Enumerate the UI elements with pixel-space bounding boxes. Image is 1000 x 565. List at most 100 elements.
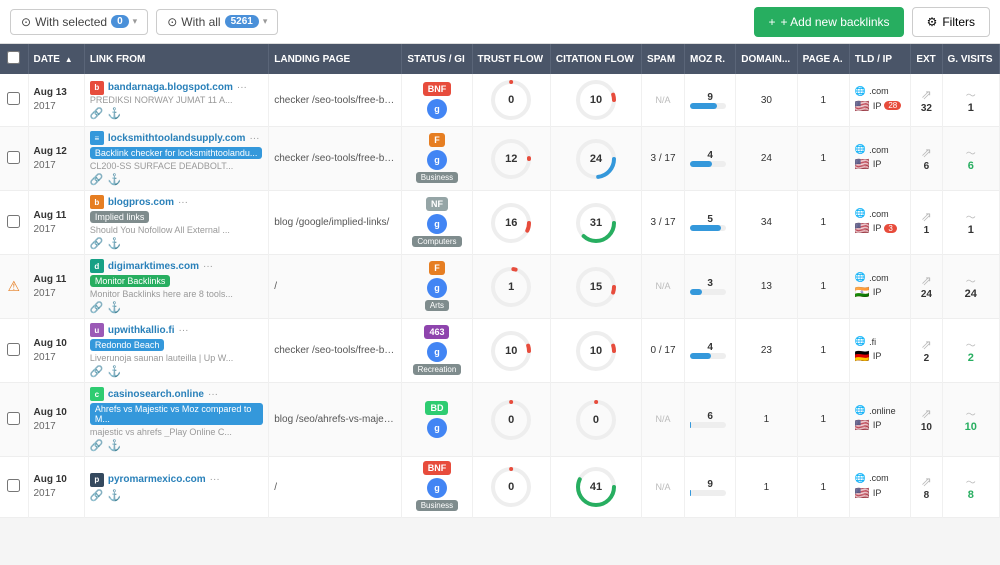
checkbox-cell[interactable]: [0, 74, 28, 127]
col-page-a[interactable]: PAGE A.: [797, 44, 849, 74]
domain-authority-value: 1: [764, 414, 770, 425]
link-from-cell: b blogpros.com ··· Implied links Should …: [84, 191, 268, 255]
country-flag: 🇮🇳: [855, 285, 870, 299]
sparkline-icon: 〜: [966, 478, 976, 489]
checkbox-cell[interactable]: [0, 457, 28, 518]
col-tld-ip[interactable]: TLD / IP: [849, 44, 910, 74]
domain-dots: ···: [249, 133, 259, 144]
domain-name[interactable]: digimarktimes.com: [108, 261, 199, 272]
country-flag: 🇺🇸: [855, 418, 870, 432]
link-icon[interactable]: 🔗: [90, 365, 104, 378]
date-cell: Aug 10 2017: [28, 383, 84, 457]
link-icon[interactable]: 🔗: [90, 173, 104, 186]
link-from-cell: b bandarnaga.blogspot.com ··· PREDIKSI N…: [84, 74, 268, 127]
country-flag: 🇩🇪: [855, 349, 870, 363]
trust-flow-value: 10: [505, 345, 517, 357]
filters-button[interactable]: ⚙ Filters: [912, 7, 990, 37]
col-trust-flow[interactable]: TRUST FLOW: [472, 44, 550, 74]
row-checkbox[interactable]: [7, 412, 20, 425]
domain-authority-value: 30: [761, 95, 772, 106]
moz-cell: 3: [685, 255, 736, 319]
row-checkbox[interactable]: [7, 92, 20, 105]
col-citation-flow[interactable]: CITATION FLOW: [550, 44, 641, 74]
ip-count: 3: [884, 224, 896, 233]
status-badge: F: [429, 261, 445, 275]
link-icon[interactable]: 🔗: [90, 107, 104, 120]
g-visits-value: 8: [968, 489, 974, 501]
with-all-button[interactable]: ⊙ With all 5261 ▾: [156, 9, 278, 35]
domain-name[interactable]: casinosearch.online: [108, 389, 204, 400]
table-row: Aug 13 2017 b bandarnaga.blogspot.com ··…: [0, 74, 1000, 127]
ext-value: 2: [924, 353, 930, 364]
tld-value: .fi: [869, 337, 876, 347]
row-checkbox[interactable]: [7, 343, 20, 356]
anchor-icon[interactable]: ⚓: [108, 365, 122, 378]
add-new-backlinks-button[interactable]: + + Add new backlinks: [754, 7, 903, 37]
col-domain[interactable]: DOMAIN...: [736, 44, 797, 74]
domain-name[interactable]: bandarnaga.blogspot.com: [108, 82, 233, 93]
globe-icon: 🌐: [855, 473, 866, 484]
ext-value: 6: [924, 161, 930, 172]
globe-icon: 🌐: [855, 86, 866, 97]
anchor-icon[interactable]: ⚓: [108, 173, 122, 186]
link-icon[interactable]: 🔗: [90, 439, 104, 452]
link-icon[interactable]: 🔗: [90, 301, 104, 314]
col-moz-r[interactable]: MOZ R.: [685, 44, 736, 74]
trust-flow-value: 0: [508, 481, 514, 493]
anchor-icon[interactable]: ⚓: [108, 237, 122, 250]
with-selected-button[interactable]: ⊙ With selected 0 ▾: [10, 9, 148, 35]
checkbox-cell[interactable]: [0, 127, 28, 191]
col-g-visits[interactable]: G. VISITS: [942, 44, 1000, 74]
select-all-header[interactable]: [0, 44, 28, 74]
domain-name[interactable]: pyromarmexico.com: [108, 474, 206, 485]
row-checkbox[interactable]: [7, 151, 20, 164]
col-status[interactable]: STATUS / GI: [402, 44, 472, 74]
domain-name[interactable]: upwithkallio.fi: [108, 325, 175, 336]
sparkline-icon: 〜: [966, 410, 976, 421]
checkbox-cell[interactable]: [0, 319, 28, 383]
anchor-icon[interactable]: ⚓: [108, 439, 122, 452]
ext-link-icon: ⇗: [921, 337, 932, 352]
status-cell: BNF g: [402, 74, 472, 127]
col-landing-page[interactable]: LANDING PAGE: [269, 44, 402, 74]
sparkline-icon: 〜: [966, 91, 976, 102]
trust-flow-cell: 12: [472, 127, 550, 191]
filters-label: Filters: [942, 15, 975, 29]
col-ext[interactable]: EXT: [911, 44, 942, 74]
ext-cell: ⇗ 24: [911, 255, 942, 319]
anchor-icon[interactable]: ⚓: [108, 301, 122, 314]
favicon: u: [90, 323, 104, 337]
col-spam[interactable]: SPAM: [642, 44, 685, 74]
ext-value: 8: [924, 490, 930, 501]
trust-flow-value: 1: [508, 281, 514, 293]
row-checkbox[interactable]: [7, 215, 20, 228]
domain-name[interactable]: locksmithtoolandsupply.com: [108, 133, 246, 144]
checkbox-cell[interactable]: [0, 383, 28, 457]
col-date[interactable]: DATE ▲: [28, 44, 84, 74]
link-icon[interactable]: 🔗: [90, 489, 104, 502]
link-from-cell: d digimarktimes.com ··· Monitor Backlink…: [84, 255, 268, 319]
table-row: Aug 11 2017 b blogpros.com ··· Implied l…: [0, 191, 1000, 255]
google-icon: g: [427, 478, 447, 498]
g-visits-value: 1: [968, 102, 974, 114]
domain-snippet: PREDIKSI NORWAY JUMAT 11 A...: [90, 95, 260, 105]
domain-name[interactable]: blogpros.com: [108, 197, 174, 208]
all-count-badge: 5261: [225, 15, 259, 28]
link-from-cell: p pyromarmexico.com ··· 🔗 ⚓: [84, 457, 268, 518]
google-icon: g: [427, 214, 447, 234]
date-year: 2017: [34, 488, 56, 499]
status-cell: NF g Computers: [402, 191, 472, 255]
select-all-checkbox[interactable]: [7, 51, 20, 64]
anchor-icon[interactable]: ⚓: [108, 489, 122, 502]
tld-ip-cell: 🌐 .online 🇺🇸 IP: [849, 383, 910, 457]
moz-value: 6: [707, 411, 713, 422]
landing-cell: checker /seo-tools/free-bac...: [269, 319, 402, 383]
checkbox-cell[interactable]: [0, 191, 28, 255]
link-icon[interactable]: 🔗: [90, 237, 104, 250]
col-link-from[interactable]: LINK FROM: [84, 44, 268, 74]
topbar: ⊙ With selected 0 ▾ ⊙ With all 5261 ▾ + …: [0, 0, 1000, 44]
ext-cell: ⇗ 32: [911, 74, 942, 127]
ext-link-icon: ⇗: [921, 209, 932, 224]
anchor-icon[interactable]: ⚓: [108, 107, 122, 120]
row-checkbox[interactable]: [7, 479, 20, 492]
